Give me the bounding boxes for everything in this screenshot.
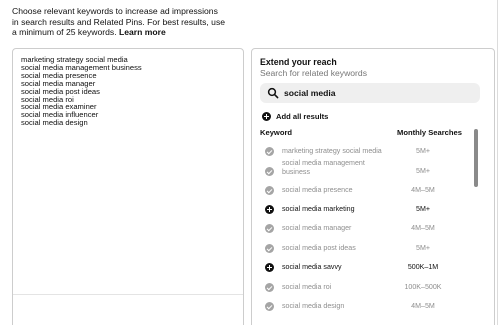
check-circle-icon	[265, 147, 274, 156]
add-all-label: Add all results	[276, 111, 329, 121]
keywords-textarea[interactable]: marketing strategy social media social m…	[12, 48, 244, 325]
textarea-divider	[13, 294, 243, 295]
check-circle-icon	[265, 244, 274, 253]
results-scrollbar[interactable]	[474, 129, 478, 187]
add-all-results-button[interactable]: Add all results	[262, 110, 328, 122]
keyword-row[interactable]: social media presence 4M–5M	[252, 182, 477, 202]
keyword-row[interactable]: social media design 4M–5M	[252, 298, 477, 318]
row-keyword: social media management business	[282, 159, 365, 176]
keyword-row[interactable]: social media manager 4M–5M	[252, 220, 477, 240]
row-searches: 4M–5M	[411, 302, 435, 310]
keyword-row[interactable]: social media savvy 500K–1M	[252, 259, 477, 279]
plus-circle-icon[interactable]	[265, 205, 274, 214]
row-searches: 5M+	[416, 244, 430, 252]
row-keyword: social media savvy	[282, 263, 342, 271]
plus-circle-icon	[262, 111, 271, 121]
keyword-row[interactable]: social media management business 5M+	[252, 159, 477, 181]
keyword-row[interactable]: social media marketing 5M+	[252, 201, 477, 221]
row-keyword: social media presence	[282, 186, 353, 194]
row-searches: 5M+	[416, 167, 430, 175]
intro-text: Choose relevant keywords to increase ad …	[12, 6, 252, 38]
intro-line-1: Choose relevant keywords to increase ad …	[12, 6, 218, 16]
search-value: social media	[284, 88, 336, 98]
check-circle-icon	[265, 283, 274, 292]
row-keyword: social media post ideas	[282, 244, 356, 252]
row-searches: 4M–5M	[411, 186, 435, 194]
monthly-searches-column-header: Monthly Searches	[397, 128, 462, 137]
learn-more-link[interactable]: Learn more	[119, 27, 166, 37]
keyword-row[interactable]: social media post ideas 5M+	[252, 240, 477, 260]
row-searches: 5M+	[416, 147, 430, 155]
page-divider	[497, 0, 498, 325]
selected-keyword: social media design	[21, 118, 88, 128]
row-searches: 500K–1M	[407, 263, 439, 271]
check-circle-icon	[265, 167, 274, 176]
row-keyword: social media design	[282, 302, 345, 310]
row-searches: 5M+	[416, 205, 430, 213]
row-searches: 4M–5M	[411, 224, 435, 232]
intro-line-2: in search results and Related Pins. For …	[12, 16, 226, 27]
row-keyword: marketing strategy social media	[282, 147, 382, 155]
keyword-row[interactable]: social media roi 100K–500K	[252, 279, 477, 299]
row-keyword: social media roi	[282, 283, 332, 291]
panel-title: Extend your reach	[260, 57, 337, 67]
keyword-search-input[interactable]: social media	[260, 83, 480, 103]
row-keyword: social media manager	[282, 224, 352, 232]
check-circle-icon	[265, 186, 274, 195]
check-circle-icon	[265, 302, 274, 311]
search-icon	[267, 87, 279, 99]
row-keyword: social media marketing	[282, 205, 355, 213]
selected-keyword-list: marketing strategy social media social m…	[21, 56, 142, 127]
check-circle-icon	[265, 224, 274, 233]
panel-subtitle: Search for related keywords	[260, 68, 367, 78]
keyword-column-header: Keyword	[260, 128, 293, 137]
plus-circle-icon[interactable]	[265, 263, 274, 272]
row-searches: 100K–500K	[404, 283, 442, 291]
intro-line-3: a minimum of 25 keywords.	[12, 27, 117, 38]
extend-reach-panel: Extend your reach Search for related key…	[251, 48, 495, 325]
